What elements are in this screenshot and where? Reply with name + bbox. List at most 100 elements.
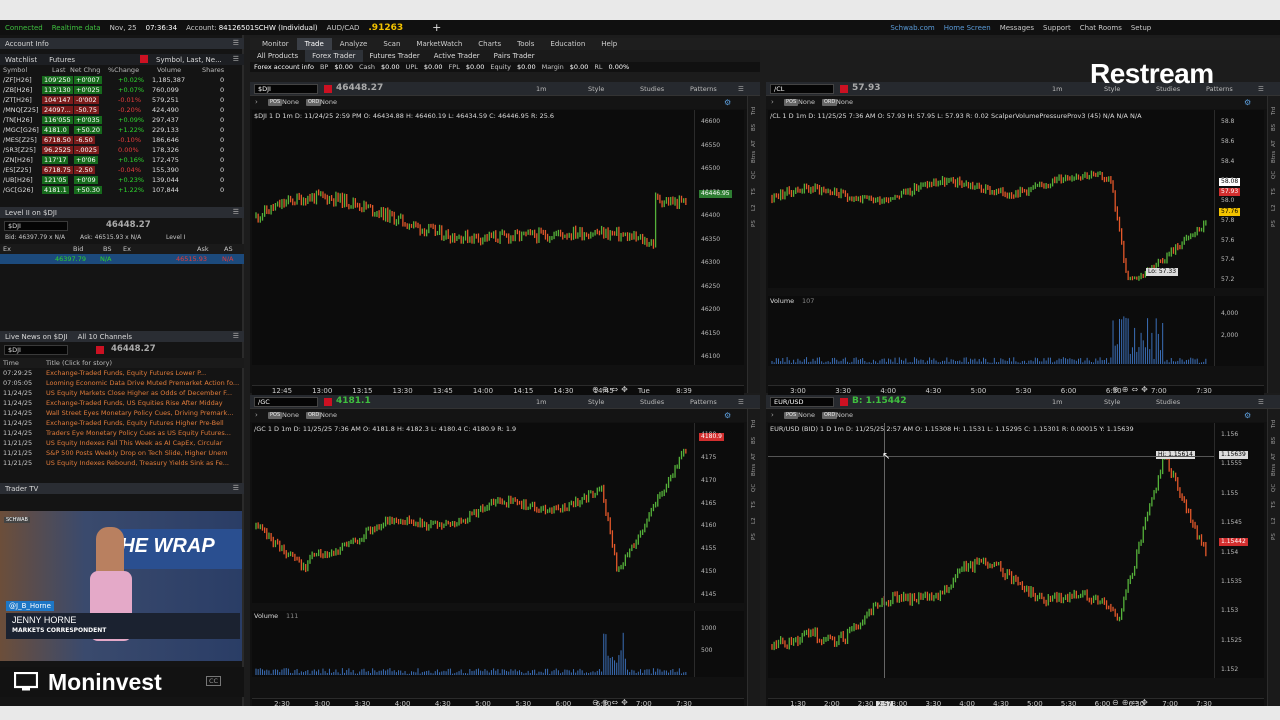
submenu-all-products[interactable]: All Products <box>250 50 305 62</box>
x-axis[interactable]: 1:30 2:00 2:30 3:00 3:30 4:00 4:30 5:00 5:30 6:00… <box>768 698 1264 706</box>
menu-icon[interactable]: ☰ <box>233 332 239 340</box>
side-tab-ts[interactable]: TS <box>1271 183 1277 195</box>
timeframe-button[interactable]: 1m <box>1052 85 1062 93</box>
ord-value[interactable]: None <box>320 411 337 419</box>
side-tab-trd[interactable]: Trd <box>751 103 757 115</box>
news-headline[interactable]: US Equity Indexes Fall This Week as AI C… <box>46 439 222 447</box>
side-tab-ps[interactable]: PS <box>751 215 757 227</box>
news-headline[interactable]: US Equity Indexes Rebound, Treasury Yiel… <box>46 459 229 467</box>
news-item[interactable]: 11/24/25 US Equity Markets Close Higher a… <box>0 388 244 398</box>
timeframe-button[interactable]: 1m <box>1052 398 1062 406</box>
home-screen-link[interactable]: Home Screen <box>944 24 991 32</box>
price-plot[interactable]: $DJI 1 D 1m D: 11/24/25 2:59 PM O: 46434… <box>252 110 694 365</box>
timeframe-button[interactable]: 1m <box>536 398 546 406</box>
watchlist-row[interactable]: /GC[G26] 4181.1 +50.30 +1.22% 107,844 0 <box>0 185 244 195</box>
news-headline[interactable]: US Equity Markets Close Higher as Odds o… <box>46 389 232 397</box>
watchlist-row[interactable]: /SR3[Z25] 96.2525 -.0025 0.00% 178,326 0 <box>0 145 244 155</box>
studies-button[interactable]: Studies <box>640 398 664 406</box>
news-headline[interactable]: Exchange-Traded Funds, US Equities Rise … <box>46 399 223 407</box>
menu-help[interactable]: Help <box>593 38 625 50</box>
menu-icon[interactable]: ☰ <box>1258 398 1264 406</box>
side-tab-bs[interactable]: BS <box>751 432 757 444</box>
link-color-icon[interactable] <box>840 85 848 93</box>
menu-icon[interactable]: ☰ <box>738 85 744 93</box>
menu-icon[interactable]: ☰ <box>233 55 239 63</box>
price-plot[interactable]: /GC 1 D 1m D: 11/25/25 7:36 AM O: 4181.8… <box>252 423 694 603</box>
side-tab-ps[interactable]: PS <box>1271 528 1277 540</box>
news-headline[interactable]: Wall Street Eyes Monetary Policy Cues, D… <box>46 409 233 417</box>
watchlist-row[interactable]: /UB[H26] 121'05 +0'09 +0.23% 139,044 0 <box>0 175 244 185</box>
watchlist-row[interactable]: /ZT[H26] 104'147 -0'002 -0.01% 579,251 0 <box>0 95 244 105</box>
y-axis[interactable]: 1.156 1.1555 1.155 1.1545 1.154 1.1535 1.153 1.… <box>1214 423 1264 678</box>
watchlist-row[interactable]: /TN[H26] 116'055 +0'035 +0.09% 297,437 0 <box>0 115 244 125</box>
news-channels[interactable]: All 10 Channels <box>78 333 132 341</box>
side-tab-bs[interactable]: BS <box>751 119 757 131</box>
link-color-icon[interactable] <box>140 55 148 63</box>
style-button[interactable]: Style <box>1104 398 1120 406</box>
col-symbol[interactable]: Symbol <box>3 66 27 74</box>
news-symbol-input[interactable]: $DJI <box>4 345 68 355</box>
menu-charts[interactable]: Charts <box>470 38 509 50</box>
col-net-change[interactable]: Net Chng <box>70 66 100 74</box>
submenu-forex-trader[interactable]: Forex Trader <box>305 50 363 62</box>
menu-icon[interactable]: ☰ <box>1258 85 1264 93</box>
news-headline[interactable]: Traders Eye Monetary Policy Cues as US E… <box>46 429 231 437</box>
news-item[interactable]: 07:05:05 Looming Economic Data Drive Mute… <box>0 378 244 388</box>
news-col-time[interactable]: Time <box>3 359 19 367</box>
side-tab-trd[interactable]: Trd <box>1271 103 1277 115</box>
news-headline[interactable]: Exchange-Traded Funds, Equity Futures Hi… <box>46 419 224 427</box>
side-tab-at[interactable]: AT <box>1271 135 1277 147</box>
add-tab-button[interactable]: + <box>432 21 441 34</box>
submenu-active-trader[interactable]: Active Trader <box>427 50 487 62</box>
trader-tv-video[interactable]: THE WRAP SCHWAB @J_B_Horne JENNY HORNE M… <box>0 511 242 661</box>
account-selector[interactable]: 84126501SCHW (Individual) <box>219 24 318 32</box>
side-tab-ts[interactable]: TS <box>751 183 757 195</box>
side-tab-ts[interactable]: TS <box>751 496 757 508</box>
menu-icon[interactable]: ☰ <box>233 208 239 216</box>
news-item[interactable]: 11/24/25 Exchange-Traded Funds, Equity Fu… <box>0 418 244 428</box>
menu-icon[interactable]: ☰ <box>738 398 744 406</box>
submenu-pairs-trader[interactable]: Pairs Trader <box>487 50 542 62</box>
news-headline[interactable]: S&P 500 Posts Weekly Drop on Tech Slide,… <box>46 449 228 457</box>
chart-symbol-input[interactable]: /GC <box>254 397 318 407</box>
y-axis[interactable]: 4660046550465004645046400463504630046250… <box>694 110 744 365</box>
ord-value[interactable]: None <box>836 411 853 419</box>
y-axis[interactable]: 58.858.658.458.258.057.857.657.457.257.9… <box>1214 110 1264 288</box>
watchlist-row[interactable]: /ES[Z25] 6718.75 -2.50 -0.04% 155,390 0 <box>0 165 244 175</box>
side-tab-l2[interactable]: L2 <box>1271 512 1277 524</box>
menu-marketwatch[interactable]: MarketWatch <box>408 38 470 50</box>
menu-education[interactable]: Education <box>542 38 593 50</box>
chart-symbol-input[interactable]: $DJI <box>254 84 318 94</box>
side-tab-ps[interactable]: PS <box>1271 215 1277 227</box>
menu-scan[interactable]: Scan <box>375 38 408 50</box>
news-item[interactable]: 11/24/25 Wall Street Eyes Monetary Policy… <box>0 408 244 418</box>
news-item[interactable]: 11/21/25 S&P 500 Posts Weekly Drop on Tec… <box>0 448 244 458</box>
watchlist-row[interactable]: /ZN[H26] 117'17 +0'06 +0.16% 172,475 0 <box>0 155 244 165</box>
menu-icon[interactable]: ☰ <box>233 39 239 47</box>
expand-icon[interactable]: › <box>771 98 774 106</box>
link-color-icon[interactable] <box>324 398 332 406</box>
pos-value[interactable]: None <box>798 411 815 419</box>
col-volume[interactable]: Volume <box>157 66 181 74</box>
side-tab-bs[interactable]: BS <box>1271 119 1277 131</box>
pos-value[interactable]: None <box>282 411 299 419</box>
gear-icon[interactable]: ⚙ <box>724 98 731 107</box>
submenu-futures-trader[interactable]: Futures Trader <box>363 50 427 62</box>
ord-value[interactable]: None <box>320 98 337 106</box>
messages-link[interactable]: Messages <box>1000 24 1034 32</box>
zoom-controls[interactable]: ⊖⊕⇔✥ <box>1112 698 1151 706</box>
side-tab-trd[interactable]: Trd <box>1271 416 1277 428</box>
watchlist-row[interactable]: /ZF[H26] 109'250 +0'007 +0.02% 1,185,387 0 <box>0 75 244 85</box>
side-tab-btns[interactable]: Btns <box>751 464 757 476</box>
expand-icon[interactable]: › <box>771 411 774 419</box>
watchlist-name[interactable]: Futures <box>49 56 75 64</box>
link-color-icon[interactable] <box>96 346 104 354</box>
link-color-icon[interactable] <box>324 85 332 93</box>
gear-icon[interactable]: ⚙ <box>1244 411 1251 420</box>
watchlist-row[interactable]: /MNQ[Z25] 24097... -50.75 -0.20% 424,490 0 <box>0 105 244 115</box>
chart-symbol-input[interactable]: EUR/USD <box>770 397 834 407</box>
patterns-button[interactable]: Patterns <box>690 85 717 93</box>
pos-value[interactable]: None <box>282 98 299 106</box>
zoom-controls[interactable]: ⊖⊕⇔✥ <box>592 698 631 706</box>
side-tab-btns[interactable]: Btns <box>1271 464 1277 476</box>
